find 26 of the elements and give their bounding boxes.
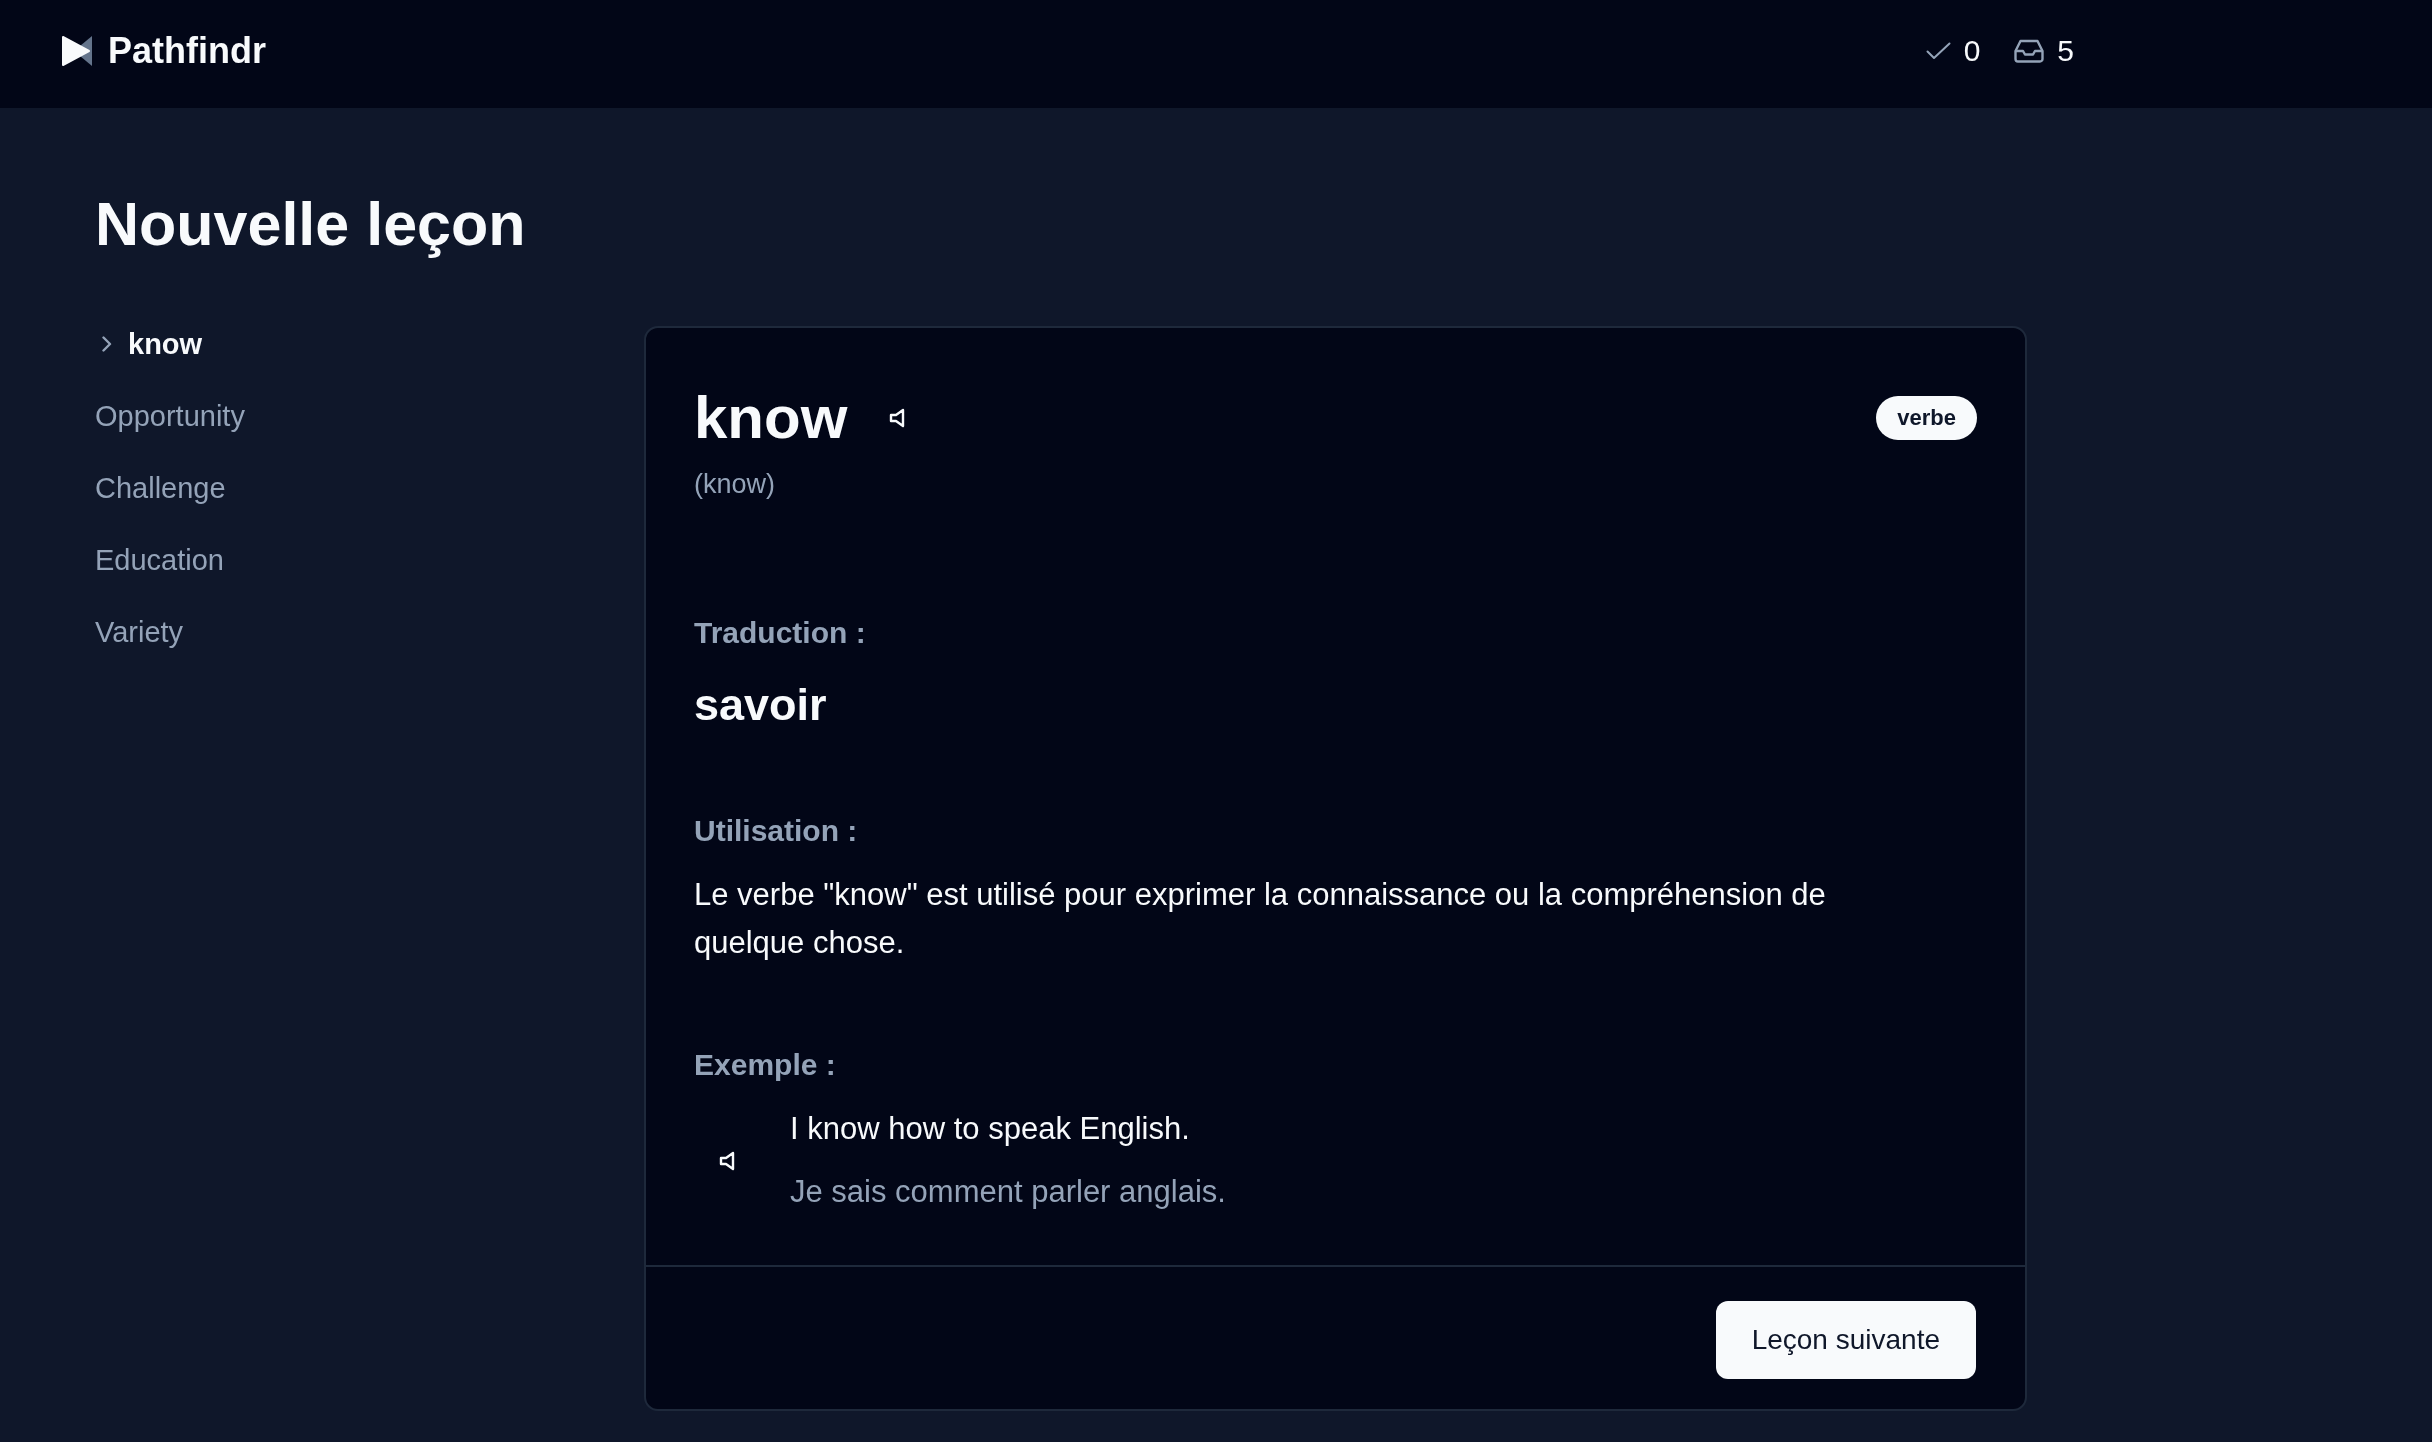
section-heading: Utilisation :: [694, 813, 858, 849]
chevron-right-icon: [102, 336, 112, 352]
sidebar-item[interactable]: Variety: [95, 614, 184, 650]
section-heading: Traduction :: [694, 615, 866, 651]
sidebar-item[interactable]: Challenge: [95, 470, 226, 506]
part-of-speech-badge: verbe: [1876, 395, 1977, 440]
inbox-counter[interactable]: 5: [2014, 33, 2074, 69]
usage-text: Le verbe "know" est utilisé pour exprimer la connaissance ou la compréhension de quelque chose.: [694, 876, 1827, 962]
example-sentence: I know how to speak English.: [790, 1110, 1191, 1148]
next-lesson-button[interactable]: Leçon suivante: [1715, 1301, 1976, 1379]
check-icon: [1925, 42, 1951, 60]
example-translation: Je sais comment parler anglais.: [790, 1173, 1226, 1211]
done-counter[interactable]: 0: [1925, 33, 1981, 69]
page-title: Nouvelle leçon: [95, 189, 526, 259]
sidebar-item[interactable]: Education: [95, 542, 224, 578]
speaker-icon[interactable]: [889, 407, 906, 428]
logo-icon: [62, 35, 92, 67]
sidebar-item[interactable]: Opportunity: [95, 398, 245, 434]
word-title: know: [694, 383, 848, 453]
section-heading: Exemple :: [694, 1047, 836, 1083]
inbox-icon: [2014, 39, 2045, 63]
speaker-icon[interactable]: [719, 1150, 735, 1171]
home-link[interactable]: Pathfindr: [62, 29, 266, 73]
pronunciation-text: (know): [694, 468, 775, 501]
sidebar-item[interactable]: know: [95, 326, 203, 362]
translation-text: savoir: [694, 678, 827, 732]
